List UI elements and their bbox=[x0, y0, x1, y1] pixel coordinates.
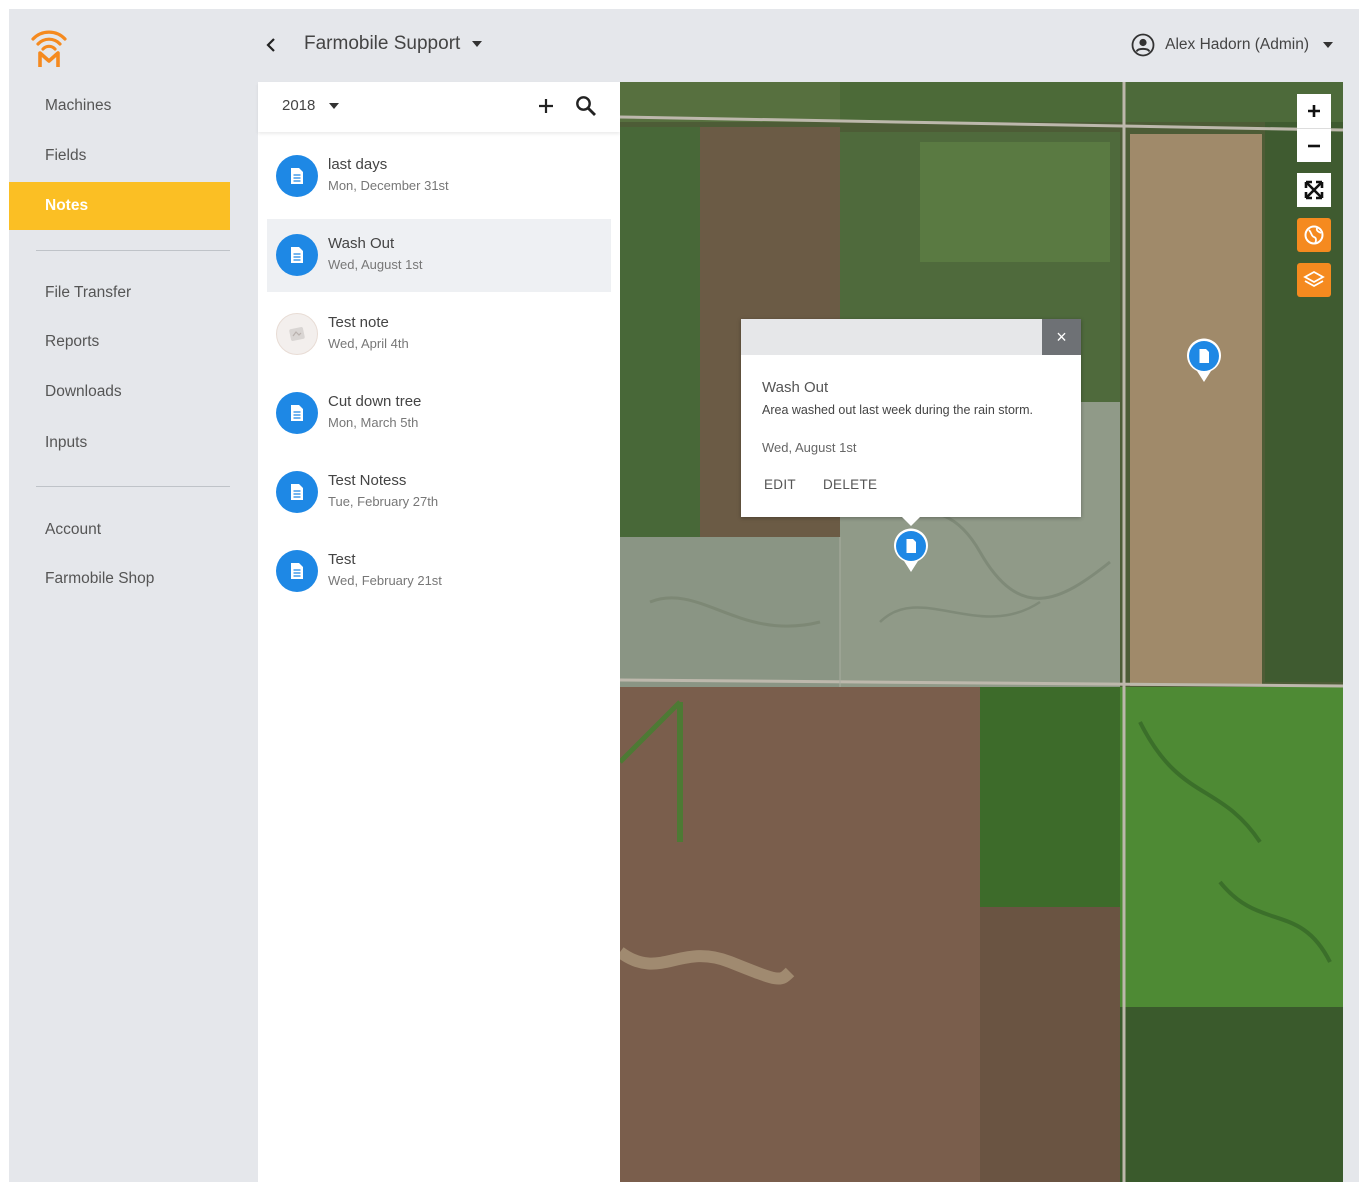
sidebar-item-downloads[interactable]: Downloads bbox=[9, 368, 230, 416]
chevron-left-icon bbox=[266, 38, 275, 52]
note-document-icon bbox=[276, 234, 318, 276]
layers-button[interactable] bbox=[1297, 263, 1331, 297]
plus-icon bbox=[539, 99, 553, 113]
note-list-item[interactable]: Test Wed, February 21st bbox=[267, 535, 611, 608]
popup-description: Area washed out last week during the rai… bbox=[762, 403, 1033, 417]
sidebar-item-machines[interactable]: Machines bbox=[9, 82, 230, 130]
sidebar-item-label: Account bbox=[45, 521, 102, 538]
year-value: 2018 bbox=[282, 97, 316, 114]
zoom-out-icon bbox=[1308, 144, 1320, 147]
note-photo-thumbnail bbox=[276, 313, 318, 355]
note-document-icon bbox=[276, 155, 318, 197]
note-popup: × Wash Out Area washed out last week dur… bbox=[741, 319, 1081, 526]
add-note-button[interactable] bbox=[534, 94, 558, 118]
sidebar-divider bbox=[36, 250, 230, 251]
search-notes-button[interactable] bbox=[574, 94, 598, 118]
note-list-item[interactable]: Cut down tree Mon, March 5th bbox=[267, 377, 611, 450]
sidebar-item-inputs[interactable]: Inputs bbox=[9, 419, 230, 467]
note-title: Test bbox=[328, 551, 356, 568]
popup-header bbox=[741, 319, 1081, 355]
globe-button[interactable] bbox=[1297, 218, 1331, 252]
sidebar-item-label: Machines bbox=[45, 97, 112, 114]
org-selector[interactable]: Farmobile Support bbox=[304, 33, 483, 55]
note-document-icon bbox=[276, 392, 318, 434]
note-date: Mon, March 5th bbox=[328, 415, 419, 430]
layers-icon bbox=[1303, 270, 1325, 288]
note-document-icon bbox=[276, 550, 318, 592]
notes-panel: 2018 last days Mon, December 31st Wash O… bbox=[258, 82, 620, 1182]
notes-toolbar: 2018 bbox=[258, 82, 620, 132]
caret-down-icon bbox=[1323, 42, 1333, 48]
map-pin-icon bbox=[1187, 338, 1221, 382]
year-selector[interactable]: 2018 bbox=[282, 97, 340, 114]
close-icon: × bbox=[1056, 326, 1067, 347]
search-icon bbox=[576, 96, 596, 116]
popup-date: Wed, August 1st bbox=[762, 440, 857, 455]
note-title: Cut down tree bbox=[328, 393, 422, 410]
back-button[interactable] bbox=[261, 35, 281, 55]
farmobile-logo-icon[interactable] bbox=[29, 25, 69, 69]
user-menu[interactable]: Alex Hadorn (Admin) bbox=[1131, 33, 1333, 57]
delete-note-button[interactable]: DELETE bbox=[823, 477, 877, 492]
satellite-map[interactable]: × Wash Out Area washed out last week dur… bbox=[620, 82, 1343, 1182]
org-name: Farmobile Support bbox=[304, 33, 461, 54]
user-name: Alex Hadorn (Admin) bbox=[1165, 36, 1309, 53]
popup-pointer bbox=[901, 516, 921, 526]
sidebar-item-file-transfer[interactable]: File Transfer bbox=[9, 269, 230, 317]
globe-icon bbox=[1304, 225, 1324, 245]
selected-note-map-pin[interactable] bbox=[892, 527, 930, 578]
sidebar-item-fields[interactable]: Fields bbox=[9, 132, 230, 180]
caret-down-icon bbox=[472, 41, 483, 47]
fit-bounds-button[interactable] bbox=[1297, 173, 1331, 207]
sidebar-item-label: Reports bbox=[45, 333, 100, 350]
popup-title: Wash Out bbox=[762, 379, 829, 396]
note-title: last days bbox=[328, 156, 388, 173]
sidebar-item-reports[interactable]: Reports bbox=[9, 318, 230, 366]
note-title: Test Notess bbox=[328, 472, 407, 489]
zoom-out-button[interactable] bbox=[1297, 128, 1331, 162]
edit-note-button[interactable]: EDIT bbox=[764, 477, 796, 492]
note-title: Wash Out bbox=[328, 235, 395, 252]
note-document-icon bbox=[276, 471, 318, 513]
note-date: Wed, April 4th bbox=[328, 336, 409, 351]
caret-down-icon bbox=[329, 102, 340, 109]
note-date: Tue, February 27th bbox=[328, 494, 439, 509]
sidebar-item-label: Fields bbox=[45, 147, 87, 164]
note-date: Mon, December 31st bbox=[328, 178, 449, 193]
note-date: Wed, August 1st bbox=[328, 257, 423, 272]
sidebar-item-label: Inputs bbox=[45, 434, 88, 451]
note-list-item[interactable]: Test note Wed, April 4th bbox=[267, 298, 611, 371]
note-title: Test note bbox=[328, 314, 389, 331]
note-map-pin[interactable] bbox=[1185, 337, 1223, 388]
sidebar-item-label: File Transfer bbox=[45, 284, 132, 301]
sidebar-item-notes[interactable]: Notes bbox=[9, 182, 230, 230]
account-circle-icon bbox=[1131, 33, 1155, 57]
sidebar-item-farmobile-shop[interactable]: Farmobile Shop bbox=[9, 555, 230, 603]
sidebar-item-account[interactable]: Account bbox=[9, 506, 230, 554]
map-pin-icon bbox=[894, 528, 928, 572]
note-list-item[interactable]: Test Notess Tue, February 27th bbox=[267, 456, 611, 529]
zoom-in-button[interactable] bbox=[1297, 94, 1331, 128]
fit-bounds-icon bbox=[1304, 180, 1324, 200]
popup-close-button[interactable]: × bbox=[1042, 319, 1081, 355]
satellite-imagery bbox=[620, 82, 1343, 1182]
sidebar-item-label: Notes bbox=[45, 197, 89, 214]
app-window: Machines Fields Notes File Transfer Repo… bbox=[9, 9, 1359, 1182]
note-list-item[interactable]: Wash Out Wed, August 1st bbox=[267, 219, 611, 292]
zoom-in-icon bbox=[1308, 105, 1320, 117]
note-list-item[interactable]: last days Mon, December 31st bbox=[267, 140, 611, 213]
sidebar-divider bbox=[36, 486, 230, 487]
note-date: Wed, February 21st bbox=[328, 573, 442, 588]
sidebar-item-label: Farmobile Shop bbox=[45, 570, 155, 587]
sidebar-item-label: Downloads bbox=[45, 383, 122, 400]
